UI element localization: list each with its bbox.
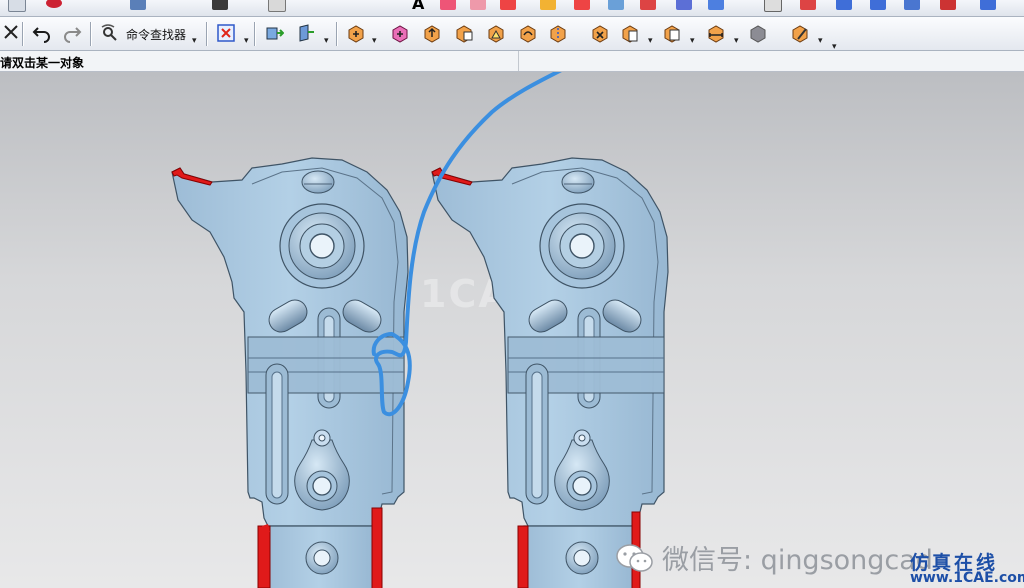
wechat-id-text: 微信号: qingsongcad	[662, 545, 933, 576]
shape-icon-3[interactable]	[500, 0, 516, 10]
edit-feature-icon[interactable]	[788, 21, 812, 45]
remove-face-icon[interactable]	[704, 21, 728, 45]
shape-icon-7[interactable]	[640, 0, 656, 10]
command-finder-icon[interactable]	[98, 21, 122, 45]
shape-icon-12[interactable]	[870, 0, 886, 10]
status-divider	[518, 51, 519, 71]
command-finder-label[interactable]: 命令查找器	[126, 26, 186, 43]
bracket-part-right[interactable]	[431, 157, 669, 588]
text-icon[interactable]: A	[412, 0, 428, 13]
chevron-down-icon[interactable]: ▾	[818, 37, 826, 46]
cue-line: 请双击某一对象	[0, 51, 1024, 72]
shape-icon-1[interactable]	[440, 0, 456, 10]
plane-icon[interactable]	[268, 0, 286, 12]
graphics-window[interactable]: 1CAE.COM	[0, 72, 1024, 588]
group-face-icon[interactable]	[660, 21, 684, 45]
move-face-icon[interactable]	[262, 21, 286, 45]
shape-icon-15[interactable]	[980, 0, 996, 10]
chevron-down-icon[interactable]: ▾	[192, 37, 200, 46]
chevron-down-icon[interactable]: ▾	[648, 37, 656, 46]
chevron-down-icon[interactable]: ▾	[244, 37, 252, 46]
shape-icon-8[interactable]	[676, 0, 692, 10]
offset-region-icon[interactable]	[294, 21, 318, 45]
redo-icon[interactable]	[60, 21, 84, 45]
curve-icon[interactable]	[130, 0, 146, 10]
wechat-watermark: 微信号: qingsongcad	[616, 538, 933, 577]
replace-face-icon[interactable]	[388, 21, 412, 45]
toolbar-options-icon[interactable]: ▾	[832, 43, 840, 52]
chevron-down-icon[interactable]: ▾	[372, 37, 380, 46]
model-scene[interactable]	[0, 72, 1024, 588]
wechat-icon	[616, 543, 653, 572]
mirror-face-icon[interactable]	[546, 21, 570, 45]
sketch-icon[interactable]	[8, 0, 26, 12]
resize-face-icon[interactable]	[618, 21, 642, 45]
toolbar-separator	[206, 22, 208, 46]
pull-face-icon[interactable]	[588, 21, 612, 45]
toolbar-separator	[336, 22, 338, 46]
selection-filter-icon[interactable]	[214, 21, 238, 45]
upper-toolbar-strip: A	[0, 0, 1024, 17]
shape-icon-5[interactable]	[574, 0, 590, 10]
toolbar-separator	[254, 22, 256, 46]
copy-face-icon[interactable]	[516, 21, 540, 45]
shape-icon-4[interactable]	[540, 0, 556, 10]
undo-icon[interactable]	[30, 21, 54, 45]
pattern-face-icon[interactable]	[420, 21, 444, 45]
toolbar-separator	[90, 22, 92, 46]
shape-icon-9[interactable]	[708, 0, 724, 10]
shape-icon-14[interactable]	[940, 0, 956, 10]
shape-icon-13[interactable]	[904, 0, 920, 10]
frame-icon[interactable]	[764, 0, 782, 12]
shape-icon-10[interactable]	[800, 0, 816, 10]
brand-watermark: 仿真在线 www.1CAE.com	[910, 548, 1024, 588]
brand-url-text: www.1CAE.com	[910, 570, 1024, 586]
bracket-part-left[interactable]	[171, 157, 409, 588]
status-prompt: 请双击某一对象	[0, 56, 85, 70]
label-chamfer-icon[interactable]	[484, 21, 508, 45]
resize-blend-icon[interactable]	[452, 21, 476, 45]
point-icon[interactable]	[212, 0, 228, 10]
main-toolbar: 命令查找器 ▾ ▾ ▾ ▾ ▾ ▾ ▾ ▾ ▾	[0, 17, 1024, 52]
chevron-down-icon[interactable]: ▾	[734, 37, 742, 46]
close-icon[interactable]	[0, 21, 24, 45]
shape-icon-11[interactable]	[836, 0, 852, 10]
shape-icon-2[interactable]	[470, 0, 486, 10]
toolbar-separator	[22, 22, 24, 46]
arc-icon[interactable]	[46, 0, 62, 8]
shaded-block-icon[interactable]	[746, 21, 770, 45]
delete-face-icon[interactable]	[344, 21, 368, 45]
chevron-down-icon[interactable]: ▾	[324, 37, 332, 46]
shape-icon-6[interactable]	[608, 0, 624, 10]
chevron-down-icon[interactable]: ▾	[690, 37, 698, 46]
